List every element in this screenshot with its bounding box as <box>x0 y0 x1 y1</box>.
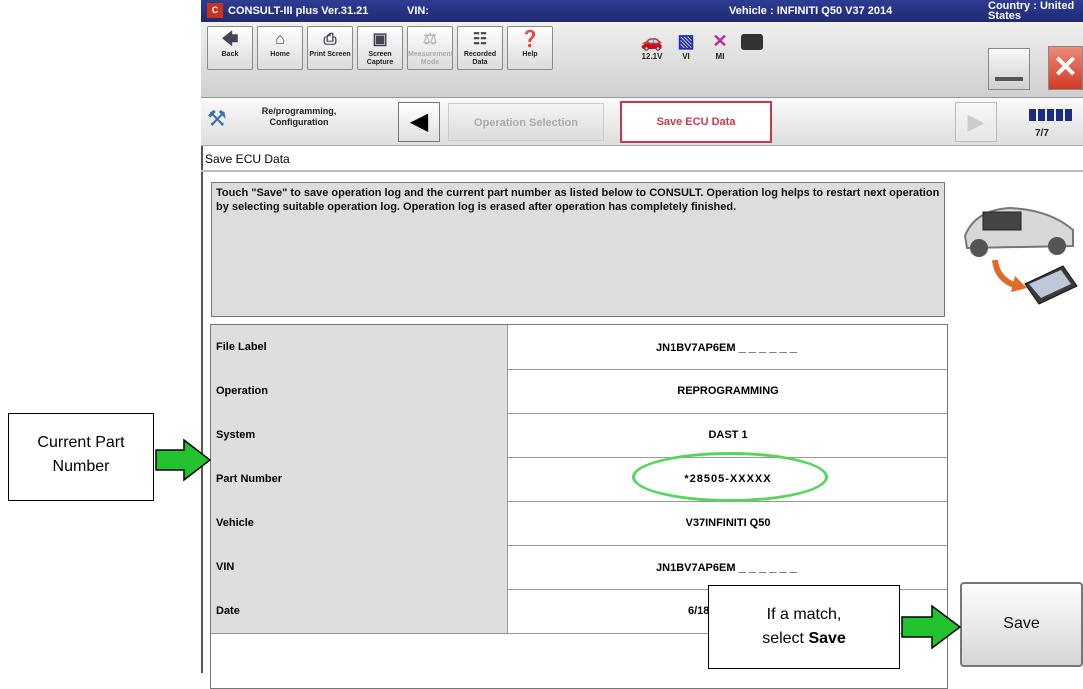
recorded-data-icon: ☷ <box>472 31 488 48</box>
home-icon: ⌂ <box>275 31 285 48</box>
consult-logo-icon: C <box>207 3 223 18</box>
back-arrow-icon: 🡄 <box>221 31 239 48</box>
measurement-icon: ⚖ <box>422 31 438 48</box>
screen-capture-button[interactable]: ▣ Screen Capture <box>357 26 403 70</box>
help-button[interactable]: ❓ Help <box>507 26 553 70</box>
instruction-message: Touch "Save" to save operation log and t… <box>211 182 945 317</box>
vi-icon: ▧ <box>677 31 695 51</box>
part-number-highlight <box>632 452 828 502</box>
camera-icon: ▣ <box>372 31 388 48</box>
minimize-icon <box>995 77 1023 81</box>
green-arrow-icon <box>901 604 962 650</box>
connection-icon <box>741 34 763 50</box>
country-label: Country : United States <box>988 0 1075 22</box>
breadcrumb-operation-selection[interactable]: Operation Selection <box>448 103 604 141</box>
measurement-mode-button[interactable]: ⚖ Measurement Mode <box>407 26 453 70</box>
right-triangle-icon: ▶ <box>967 109 985 134</box>
vin-label: VIN: <box>407 5 429 17</box>
back-button[interactable]: 🡄 Back <box>207 26 253 70</box>
home-button[interactable]: ⌂ Home <box>257 26 303 70</box>
table-row-part-number: Part Number *28505-XXXXX <box>211 457 947 502</box>
page-indicator: 7/7 <box>1035 128 1049 139</box>
reprogramming-icon: ⚒ <box>207 106 227 131</box>
printer-icon: ⎙ <box>323 31 337 48</box>
green-arrow-icon <box>155 438 212 482</box>
close-icon: ✕ <box>1052 51 1079 84</box>
toolbar: 🡄 Back ⌂ Home ⎙ Print Screen ▣ Screen Ca… <box>201 22 1083 98</box>
close-button[interactable]: ✕ <box>1048 46 1083 90</box>
table-row: File Label JN1BV7AP6EM ______ <box>211 325 947 370</box>
car-laptop-graphic-icon <box>963 206 1078 305</box>
minimize-button[interactable] <box>988 48 1030 90</box>
recorded-data-button[interactable]: ☷ Recorded Data <box>457 26 503 70</box>
car-battery-icon: 🚗 <box>640 31 664 51</box>
save-button[interactable]: Save <box>960 582 1083 667</box>
divider <box>201 170 1083 172</box>
table-row: Operation REPROGRAMMING <box>211 369 947 414</box>
left-triangle-icon: ◀ <box>409 108 429 135</box>
nav-forward-button[interactable]: ▶ <box>955 102 997 142</box>
mi-status: ✕ MI <box>705 30 735 61</box>
table-row: Vehicle V37INFINITI Q50 <box>211 501 947 546</box>
page-title: Save ECU Data <box>205 152 290 166</box>
mi-icon: ✕ <box>712 31 728 51</box>
callout-save-instruction: If a match, select Save <box>708 585 900 669</box>
app-title: CONSULT-III plus Ver.31.21 <box>228 5 369 17</box>
help-icon: ❓ <box>520 31 540 48</box>
vi-status: ▧ VI <box>671 30 701 61</box>
step-progress-indicator <box>1029 108 1083 121</box>
table-row: VIN JN1BV7AP6EM ______ <box>211 545 947 590</box>
callout-current-part-number: Current Part Number <box>8 413 154 501</box>
nav-back-button[interactable]: ◀ <box>398 102 440 142</box>
vehicle-label: Vehicle : INFINITI Q50 V37 2014 <box>729 5 893 17</box>
breadcrumb-save-ecu-data: Save ECU Data <box>620 101 772 143</box>
table-row: System DAST 1 <box>211 413 947 458</box>
battery-status: 🚗 12.1V <box>637 30 667 61</box>
print-screen-button[interactable]: ⎙ Print Screen <box>307 26 353 70</box>
title-bar: C CONSULT-III plus Ver.31.21 VIN: Vehicl… <box>201 0 1083 22</box>
section-label: Re/programming, Configuration <box>261 106 337 127</box>
